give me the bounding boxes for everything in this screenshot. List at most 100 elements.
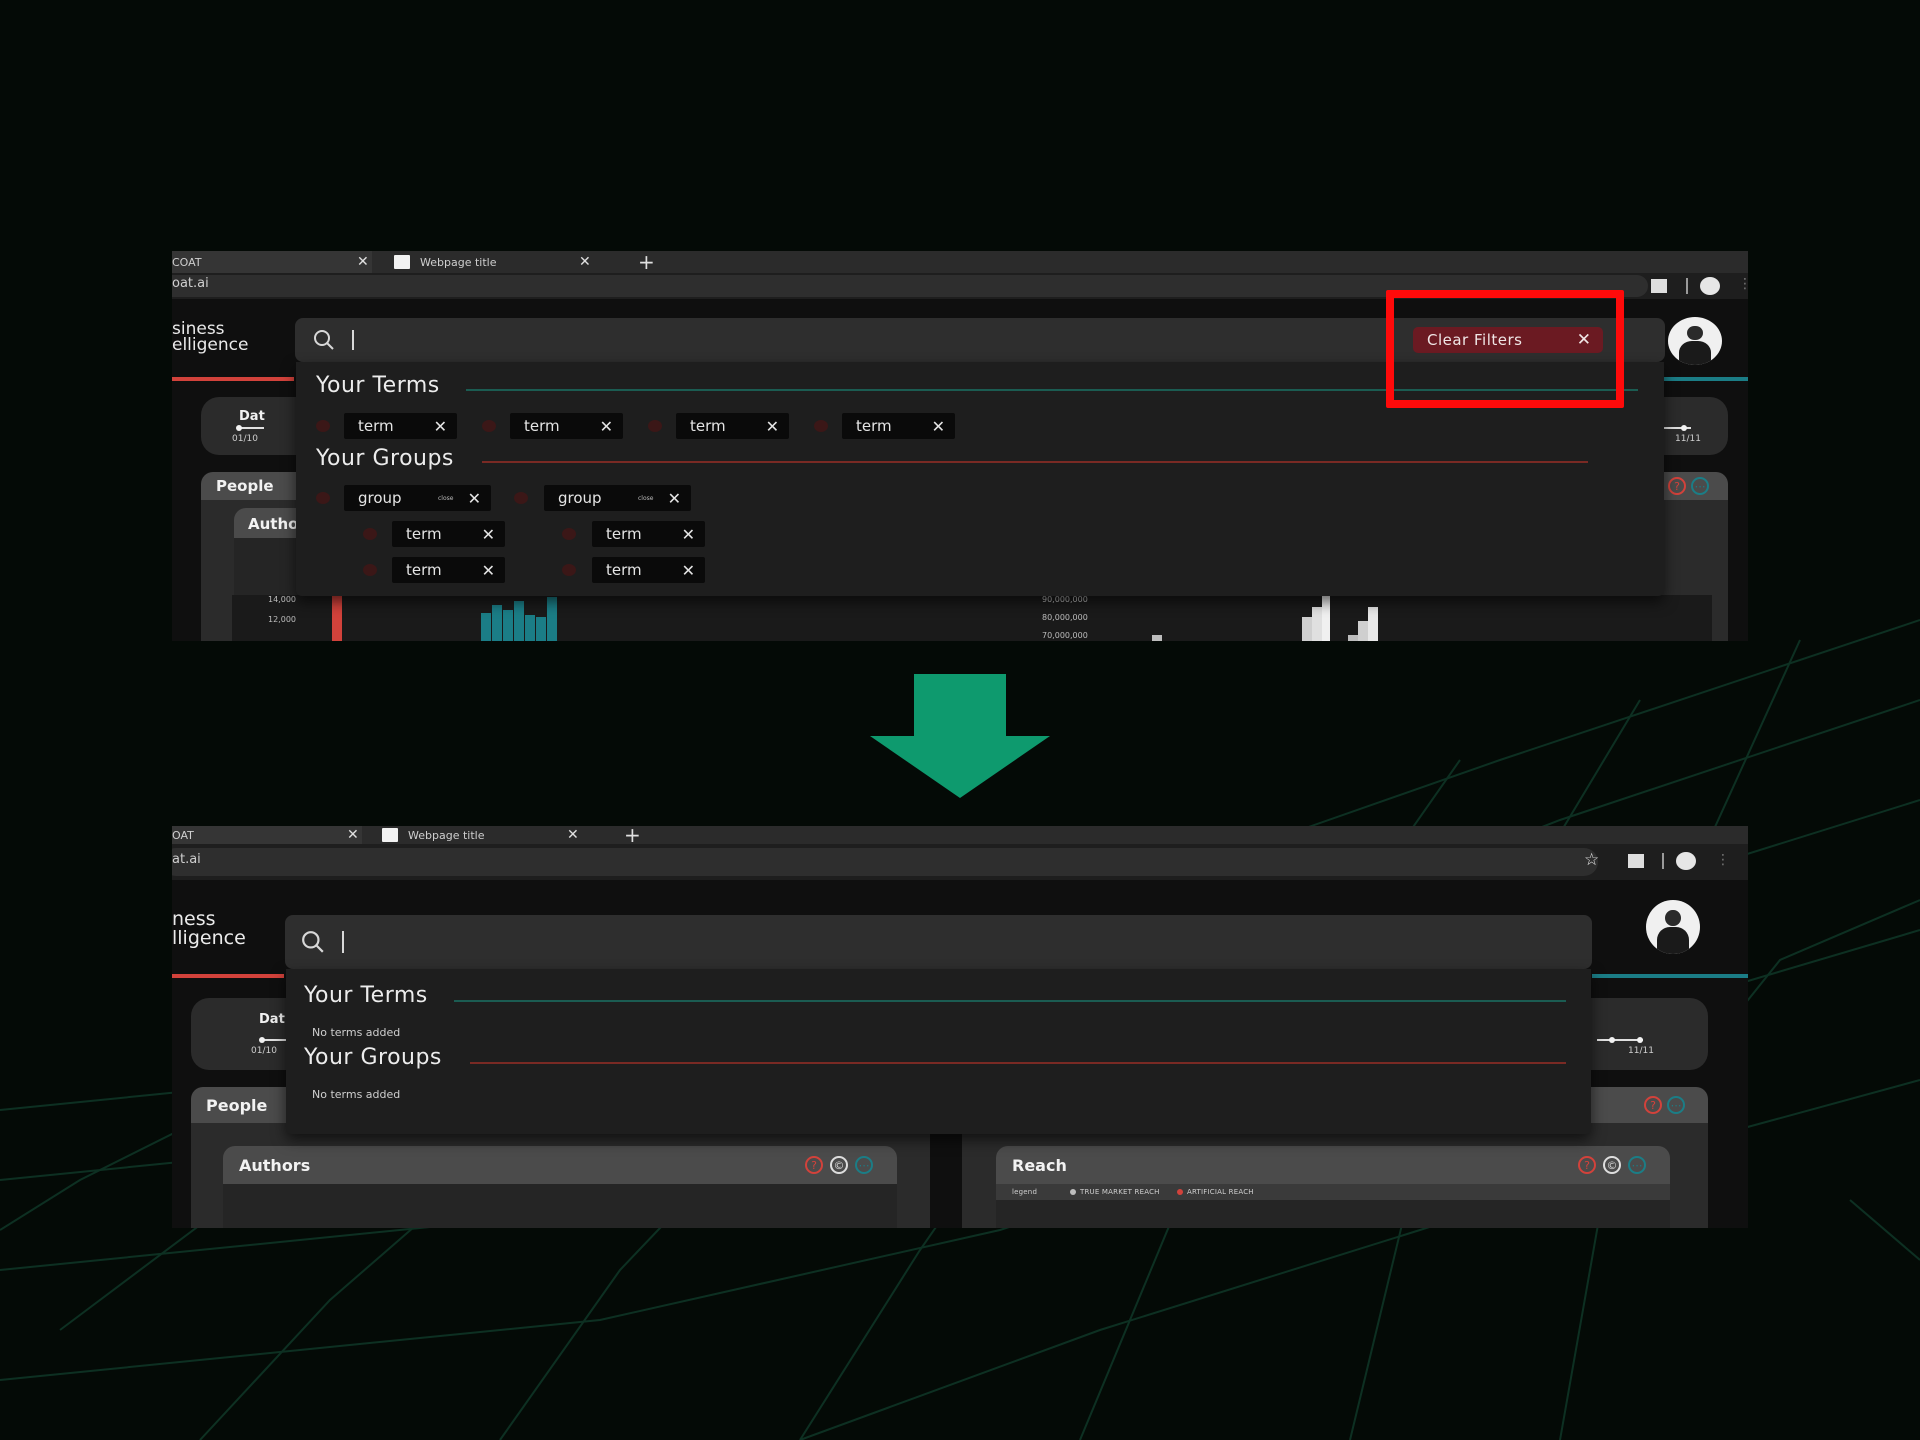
menu-dots-icon[interactable]: ⋮ <box>1738 276 1748 292</box>
help-icon[interactable]: ? <box>1644 1096 1662 1114</box>
copy-icon[interactable]: © <box>830 1156 848 1174</box>
date-end: 11/11 <box>1628 1046 1654 1056</box>
term-bullet <box>562 528 576 540</box>
avatar[interactable] <box>1646 900 1700 954</box>
extension-icon[interactable] <box>1651 279 1667 293</box>
chart-bar <box>1368 607 1378 641</box>
browser-url-bar: at.ai ☆ ⋮ <box>172 844 1748 880</box>
term-bullet <box>316 420 330 432</box>
extension-icon[interactable] <box>1628 854 1644 868</box>
app-area: siness elligence Dat 01/10 11/11 People … <box>172 290 1748 641</box>
close-icon[interactable]: ✕ <box>682 561 695 580</box>
group-chip[interactable]: group close ✕ <box>544 485 691 511</box>
legend-item: ARTIFICIAL REACH <box>1187 1188 1254 1196</box>
screenshot-after: OAT ✕ Webpage title ✕ + at.ai ☆ ⋮ ness l… <box>172 826 1748 1228</box>
close-icon[interactable]: ✕ <box>347 827 359 843</box>
new-tab-icon[interactable]: + <box>624 826 641 845</box>
authors-chart-area: 14,000 12,000 <box>232 595 1084 641</box>
profile-icon[interactable] <box>1676 852 1696 870</box>
group-term-chip[interactable]: term ✕ <box>392 521 505 547</box>
group-term-chip[interactable]: term ✕ <box>592 521 705 547</box>
your-groups-rule <box>482 461 1588 463</box>
term-bullet <box>363 564 377 576</box>
avatar-body <box>1678 341 1712 365</box>
profile-icon[interactable] <box>1700 277 1720 295</box>
group-term-chip[interactable]: term ✕ <box>592 557 705 583</box>
more-icon[interactable]: ⋯ <box>855 1156 873 1174</box>
search-bar[interactable] <box>285 915 1592 969</box>
tab-title: Webpage title <box>420 255 497 269</box>
help-icon[interactable]: ? <box>805 1156 823 1174</box>
date-start: 01/10 <box>251 1046 277 1056</box>
term-chip[interactable]: term ✕ <box>510 413 623 439</box>
close-icon[interactable]: ✕ <box>567 827 579 843</box>
screenshot-before: COAT ✕ Webpage title ✕ + oat.ai ⋮ siness… <box>172 251 1748 641</box>
accent-rule-teal <box>1592 974 1748 978</box>
more-icon[interactable]: ⋯ <box>1691 477 1709 495</box>
reach-title: Reach <box>1012 1156 1067 1175</box>
term-label: term <box>406 525 442 543</box>
y-tick: 80,000,000 <box>1042 613 1088 622</box>
reach-chart-area: 90,000,000 80,000,000 70,000,000 <box>1012 595 1712 641</box>
close-icon[interactable]: ✕ <box>766 417 779 436</box>
more-icon[interactable]: ⋯ <box>1667 1096 1685 1114</box>
help-icon[interactable]: ? <box>1668 477 1686 495</box>
avatar[interactable] <box>1668 317 1722 365</box>
close-icon[interactable]: ✕ <box>668 489 681 508</box>
group-label: group <box>358 489 402 507</box>
term-chip[interactable]: term ✕ <box>842 413 955 439</box>
legend-swatch <box>1070 1189 1076 1195</box>
app-area: ness lligence Dat 01/10 11/11 People ? ⋯ <box>172 880 1748 1228</box>
close-icon[interactable]: ✕ <box>482 561 495 580</box>
chart-bar <box>481 613 491 641</box>
date-slider-knob-end[interactable] <box>1609 1037 1615 1043</box>
group-badge: close <box>638 495 654 502</box>
term-bullet <box>648 420 662 432</box>
close-icon[interactable]: ✕ <box>468 489 481 508</box>
new-tab-icon[interactable]: + <box>638 251 655 273</box>
chart-bar <box>1348 635 1358 641</box>
term-chip[interactable]: term ✕ <box>676 413 789 439</box>
term-chip[interactable]: term ✕ <box>344 413 457 439</box>
close-icon[interactable]: ✕ <box>482 525 495 544</box>
star-icon[interactable]: ☆ <box>1584 850 1599 870</box>
date-slider-knob[interactable] <box>259 1037 265 1043</box>
tab-title: OAT <box>172 828 194 842</box>
search-icon <box>302 931 324 953</box>
group-chip[interactable]: group close ✕ <box>344 485 491 511</box>
browser-tab-1[interactable]: OAT ✕ <box>172 826 362 844</box>
browser-tab-bar: OAT ✕ Webpage title ✕ + <box>172 826 1748 845</box>
close-icon[interactable]: ✕ <box>932 417 945 436</box>
browser-tab-1[interactable]: COAT ✕ <box>172 251 372 273</box>
omnibox[interactable] <box>172 848 1598 876</box>
browser-tab-2[interactable]: Webpage title ✕ <box>394 251 594 273</box>
group-term-chip[interactable]: term ✕ <box>392 557 505 583</box>
more-icon[interactable]: ⋯ <box>1628 1156 1646 1174</box>
close-icon[interactable]: ✕ <box>357 254 369 270</box>
group-bullet <box>514 492 528 504</box>
avatar-head <box>1687 325 1703 341</box>
date-slider-knob[interactable] <box>236 425 242 431</box>
term-label: term <box>406 561 442 579</box>
terms-empty-note: No terms added <box>312 1026 401 1039</box>
legend-label: legend <box>1012 1188 1038 1196</box>
copy-icon[interactable]: © <box>1603 1156 1621 1174</box>
browser-tab-2[interactable]: Webpage title ✕ <box>382 826 582 844</box>
date-start: 01/10 <box>232 434 258 444</box>
authors-title: Autho <box>248 515 299 533</box>
term-label: term <box>606 561 642 579</box>
chart-bar <box>536 617 546 641</box>
date-slider-knob-end-2[interactable] <box>1681 425 1687 431</box>
close-icon[interactable]: ✕ <box>600 417 613 436</box>
groups-empty-note: No terms added <box>312 1088 401 1101</box>
help-icon[interactable]: ? <box>1578 1156 1596 1174</box>
close-icon[interactable]: ✕ <box>579 254 591 270</box>
menu-dots-icon[interactable]: ⋮ <box>1716 852 1730 868</box>
close-icon[interactable]: ✕ <box>682 525 695 544</box>
date-slider-knob-end-2[interactable] <box>1637 1037 1643 1043</box>
term-bullet <box>363 528 377 540</box>
avatar-body <box>1656 927 1690 954</box>
close-icon[interactable]: ✕ <box>434 417 447 436</box>
date-label: Dat <box>259 1012 285 1027</box>
legend-swatch <box>1177 1189 1183 1195</box>
